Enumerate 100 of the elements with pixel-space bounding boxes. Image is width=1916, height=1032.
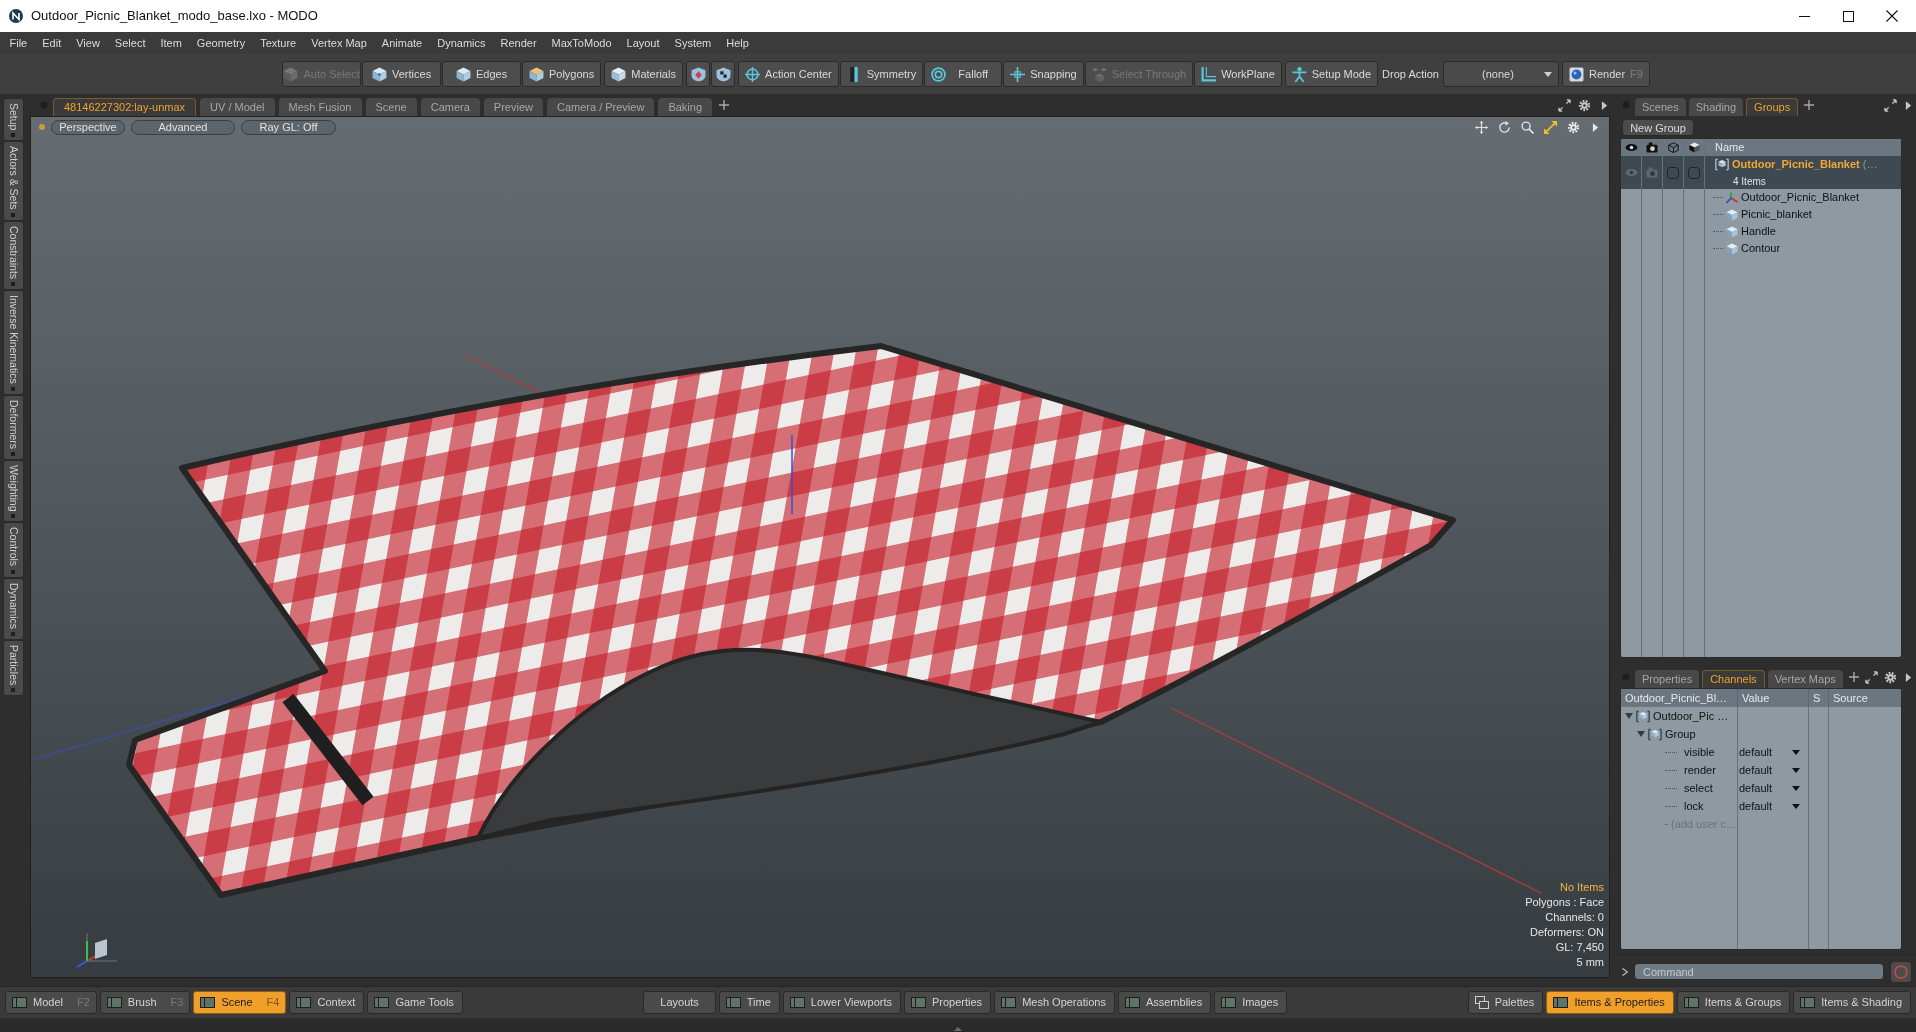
- play-arrow-icon[interactable]: [1592, 121, 1599, 133]
- icon-button[interactable]: [686, 61, 711, 87]
- value-dropdown[interactable]: default: [1738, 797, 1808, 815]
- layout-button[interactable]: Mesh Operations: [994, 991, 1115, 1014]
- side-tab[interactable]: Setup: [2, 98, 24, 142]
- plus-icon[interactable]: [1804, 100, 1815, 110]
- menu-item[interactable]: Edit: [34, 32, 69, 54]
- expand-icon[interactable]: [1884, 98, 1897, 112]
- viewport-tab[interactable]: Preview: [483, 98, 543, 116]
- search-icon[interactable]: [1521, 120, 1534, 134]
- viewport-tab[interactable]: Baking: [658, 98, 712, 116]
- gear-icon[interactable]: [1567, 120, 1580, 134]
- value-dropdown[interactable]: default: [1738, 761, 1808, 779]
- expand-icon[interactable]: [1558, 98, 1571, 112]
- side-tab[interactable]: Actors & Sets: [2, 141, 24, 222]
- side-tab[interactable]: Deformers: [2, 394, 24, 460]
- side-tab[interactable]: Dynamics: [2, 577, 24, 640]
- gear-icon[interactable]: [1884, 670, 1897, 684]
- tool-button[interactable]: Snapping: [1003, 61, 1084, 87]
- rotate-icon[interactable]: [1498, 120, 1511, 134]
- value-dropdown[interactable]: default: [1738, 743, 1808, 761]
- layout-button[interactable]: Lower Viewports: [782, 991, 901, 1014]
- command-field[interactable]: Command: [1634, 963, 1884, 980]
- viewport-header-button[interactable]: Perspective: [51, 119, 125, 135]
- menu-item[interactable]: Animate: [374, 32, 430, 54]
- menu-item[interactable]: Item: [152, 32, 190, 54]
- tool-button[interactable]: Setup Mode: [1284, 61, 1379, 87]
- plus-icon[interactable]: [1848, 672, 1859, 682]
- viewport-tab[interactable]: 48146227302:lay-unmax: [53, 98, 197, 116]
- value-dropdown[interactable]: default: [1738, 779, 1808, 797]
- icon-button[interactable]: [711, 61, 736, 87]
- side-tab[interactable]: Particles: [2, 639, 24, 696]
- menu-item[interactable]: View: [68, 32, 108, 54]
- viewport-header-button[interactable]: Ray GL: Off: [241, 119, 336, 135]
- viewport-tab[interactable]: UV / Model: [200, 98, 275, 116]
- collapse-arrow-icon[interactable]: [954, 1027, 962, 1031]
- menu-item[interactable]: Texture: [252, 32, 304, 54]
- menu-item[interactable]: MaxToModo: [544, 32, 619, 54]
- panel-tab[interactable]: Channels: [1702, 670, 1765, 688]
- layout-button[interactable]: Context: [289, 991, 365, 1014]
- side-tab[interactable]: Constraints: [2, 221, 24, 291]
- menu-item[interactable]: Dynamics: [429, 32, 493, 54]
- layout-button[interactable]: Scene F4: [193, 991, 287, 1014]
- side-tab[interactable]: Weighting: [2, 459, 24, 523]
- group-item-name[interactable]: Contour: [1741, 240, 1781, 257]
- channel-item-name[interactable]: Outdoor_Pic …: [1653, 707, 1729, 725]
- layout-button[interactable]: Items & Properties: [1546, 991, 1674, 1014]
- record-button[interactable]: [1890, 960, 1912, 983]
- expanded-triangle-icon[interactable]: [1625, 712, 1633, 720]
- layout-button[interactable]: Items & Shading: [1793, 991, 1911, 1014]
- viewport-tab[interactable]: Camera / Preview: [546, 98, 655, 116]
- layout-button[interactable]: Layouts: [643, 991, 716, 1014]
- mode-button[interactable]: Materials: [604, 61, 684, 87]
- viewport-tab[interactable]: Mesh Fusion: [278, 98, 362, 116]
- panel-tab[interactable]: Properties: [1635, 670, 1700, 688]
- play-arrow-icon[interactable]: [1905, 99, 1912, 111]
- layout-button[interactable]: Palettes: [1467, 991, 1544, 1014]
- tool-button[interactable]: Symmetry: [839, 61, 924, 87]
- menu-item[interactable]: Help: [718, 32, 757, 54]
- channel-item-name[interactable]: Group: [1665, 725, 1696, 743]
- panel-tab[interactable]: Shading: [1688, 98, 1744, 116]
- layout-button[interactable]: Images: [1214, 991, 1288, 1014]
- move-icon[interactable]: [1475, 120, 1488, 134]
- menu-item[interactable]: File: [2, 32, 35, 54]
- play-arrow-icon[interactable]: [1601, 99, 1608, 111]
- tool-button[interactable]: Action Center: [738, 61, 839, 87]
- menu-item[interactable]: Layout: [619, 32, 668, 54]
- menu-item[interactable]: System: [667, 32, 719, 54]
- drop-action-dropdown[interactable]: (none): [1442, 61, 1559, 87]
- side-tab[interactable]: Controls: [2, 522, 24, 578]
- menu-item[interactable]: Select: [107, 32, 153, 54]
- new-group-button[interactable]: New Group: [1622, 118, 1694, 136]
- viewport-tab[interactable]: Scene: [365, 98, 417, 116]
- panel-tab[interactable]: Groups: [1746, 98, 1799, 116]
- play-arrow-icon[interactable]: [1905, 671, 1912, 683]
- mode-button[interactable]: Edges: [442, 61, 522, 87]
- layout-button[interactable]: Items & Groups: [1676, 991, 1791, 1014]
- layout-button[interactable]: Time: [718, 991, 780, 1014]
- group-item-name[interactable]: Picnic_blanket: [1741, 206, 1812, 223]
- tool-button[interactable]: Falloff: [924, 61, 1003, 87]
- menu-item[interactable]: Geometry: [189, 32, 253, 54]
- gear-icon[interactable]: [1578, 98, 1591, 112]
- viewport-tab[interactable]: Camera: [420, 98, 480, 116]
- viewport-header-button[interactable]: Advanced: [131, 119, 235, 135]
- mode-button[interactable]: Polygons: [522, 61, 602, 87]
- mode-button[interactable]: Vertices: [362, 61, 442, 87]
- panel-tab[interactable]: Scenes: [1635, 98, 1686, 116]
- tool-button[interactable]: WorkPlane: [1194, 61, 1282, 87]
- menu-item[interactable]: Render: [493, 32, 545, 54]
- plus-icon[interactable]: [719, 100, 729, 110]
- maximize-arrows-icon[interactable]: [1544, 120, 1557, 134]
- group-item-name[interactable]: Handle: [1741, 223, 1776, 240]
- menu-item[interactable]: Vertex Map: [303, 32, 375, 54]
- layout-button[interactable]: Game Tools: [367, 991, 463, 1014]
- expand-icon[interactable]: [1865, 670, 1878, 684]
- layout-button[interactable]: Properties: [904, 991, 992, 1014]
- group-item-name[interactable]: Outdoor_Picnic_Blanket: [1741, 189, 1859, 206]
- side-tab[interactable]: Inverse Kinematics: [2, 290, 24, 395]
- expanded-triangle-icon[interactable]: [1637, 730, 1645, 738]
- panel-tab[interactable]: Vertex Maps: [1767, 670, 1843, 688]
